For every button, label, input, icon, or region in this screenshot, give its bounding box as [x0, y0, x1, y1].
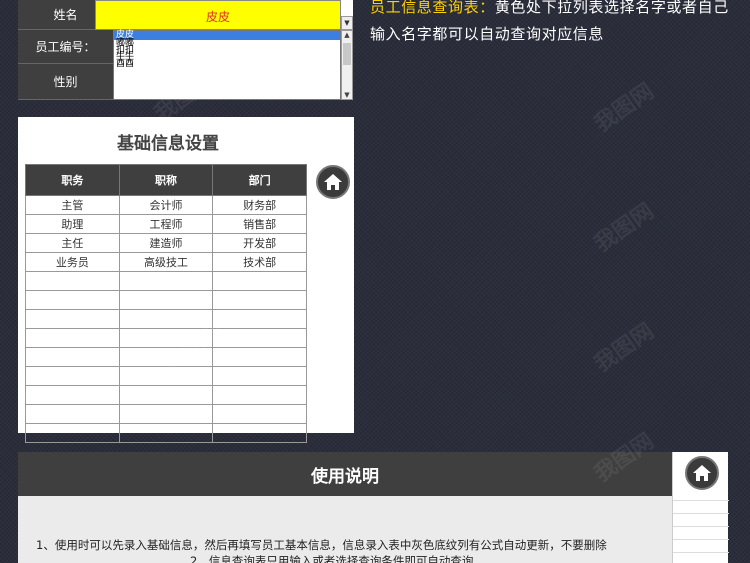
- grid-line: [673, 539, 729, 540]
- table-cell[interactable]: 销售部: [212, 214, 307, 234]
- grid-line: [673, 513, 729, 514]
- table-cell[interactable]: [118, 290, 214, 310]
- dropdown-option[interactable]: 皮皮: [114, 31, 340, 40]
- home-button[interactable]: [685, 456, 719, 490]
- table-cell[interactable]: [212, 271, 307, 291]
- home-button[interactable]: [316, 165, 350, 199]
- scroll-up-icon[interactable]: ▲: [342, 31, 352, 39]
- column-header-department: 部门: [212, 164, 307, 196]
- usage-line-1: 1、使用时可以先录入基础信息，然后再填写员工基本信息，信息录入表中灰色底纹列有公…: [36, 538, 607, 552]
- scroll-down-icon[interactable]: ▼: [342, 91, 352, 99]
- employee-id-label: 员工编号：: [18, 30, 113, 64]
- dropdown-option[interactable]: 嘟嘟: [114, 39, 340, 48]
- table-cell[interactable]: [25, 309, 120, 329]
- table-cell[interactable]: 会计师: [118, 195, 214, 215]
- table-cell[interactable]: [25, 347, 120, 367]
- table-row: 主管 会计师 财务部: [25, 195, 307, 215]
- table-cell[interactable]: [118, 271, 214, 291]
- table-cell[interactable]: [212, 290, 307, 310]
- table-cell[interactable]: [25, 290, 120, 310]
- table-cell[interactable]: 高级技工: [118, 252, 214, 272]
- table-cell[interactable]: 主任: [25, 233, 120, 253]
- table-cell[interactable]: 技术部: [212, 252, 307, 272]
- table-cell[interactable]: [25, 328, 120, 348]
- table-cell[interactable]: [25, 385, 120, 405]
- home-icon: [324, 174, 342, 190]
- name-dropdown-list[interactable]: 皮皮 嘟嘟 扣扣 牛牛 酉酉: [113, 30, 341, 100]
- table-cell[interactable]: 工程师: [118, 214, 214, 234]
- column-header-position: 职务: [25, 164, 120, 196]
- grid-line: [673, 500, 729, 501]
- table-cell[interactable]: 建造师: [118, 233, 214, 253]
- grid-line: [673, 552, 729, 553]
- usage-panel: 使用说明 1、使用时可以先录入基础信息，然后再填写员工基本信息，信息录入表中灰色…: [18, 452, 672, 563]
- table-cell[interactable]: [212, 404, 307, 424]
- dropdown-option[interactable]: 酉酉: [114, 60, 340, 69]
- usage-line-2: 2、信息查询表只用输入或者选择查询条件即可自动查询: [190, 554, 474, 563]
- table-cell[interactable]: 主管: [25, 195, 120, 215]
- table-row-empty: [25, 385, 307, 405]
- table-row-empty: [25, 366, 307, 386]
- column-header-title: 职称: [118, 164, 214, 196]
- grid-line: [673, 526, 729, 527]
- table-row: 业务员 高级技工 技术部: [25, 252, 307, 272]
- table-cell[interactable]: [212, 309, 307, 329]
- dropdown-option[interactable]: 牛牛: [114, 53, 340, 62]
- table-cell[interactable]: 财务部: [212, 195, 307, 215]
- table-row: 助理 工程师 销售部: [25, 214, 307, 234]
- chevron-down-icon[interactable]: ▼: [341, 16, 353, 30]
- dropdown-option[interactable]: 扣扣: [114, 46, 340, 55]
- table-row-empty: [25, 271, 307, 291]
- table-cell[interactable]: [212, 423, 307, 443]
- watermark-logo: 我图网: [590, 78, 659, 138]
- table-cell[interactable]: 助理: [25, 214, 120, 234]
- table-cell[interactable]: [212, 366, 307, 386]
- table-cell[interactable]: 开发部: [212, 233, 307, 253]
- table-cell[interactable]: [118, 385, 214, 405]
- selected-name: 皮皮: [205, 10, 230, 24]
- table-cell[interactable]: [25, 271, 120, 291]
- gender-label: 性别: [18, 64, 113, 100]
- basic-info-table: 职务 职称 部门 主管 会计师 财务部 助理 工程师 销售部 主任 建造师 开发…: [25, 164, 307, 443]
- table-cell[interactable]: [212, 347, 307, 367]
- name-select-cell[interactable]: 皮皮: [95, 0, 341, 30]
- basic-info-panel: 基础信息设置 职务 职称 部门 主管 会计师 财务部 助理 工程师 销售部 主任…: [18, 117, 354, 443]
- table-row-empty: [25, 423, 307, 443]
- scroll-thumb[interactable]: [343, 43, 351, 65]
- table-cell[interactable]: [25, 404, 120, 424]
- table-row-empty: [25, 290, 307, 310]
- dropdown-scrollbar[interactable]: ▲ ▼: [341, 30, 353, 100]
- watermark-logo: 我图网: [590, 318, 659, 378]
- info-description: 员工信息查询表：黄色处下拉列表选择名字或者自己输入名字都可以自动查询对应信息: [370, 0, 740, 48]
- table-cell[interactable]: [25, 366, 120, 386]
- usage-title: 使用说明: [18, 452, 672, 496]
- info-highlight: 员工信息查询表：: [370, 0, 495, 16]
- table-row-empty: [25, 404, 307, 424]
- home-icon: [693, 465, 711, 481]
- table-cell[interactable]: [25, 423, 120, 443]
- table-cell[interactable]: [118, 366, 214, 386]
- table-cell[interactable]: [118, 404, 214, 424]
- table-cell[interactable]: [118, 423, 214, 443]
- watermark-logo: 我图网: [590, 198, 659, 258]
- basic-info-title: 基础信息设置: [117, 134, 219, 154]
- table-cell[interactable]: 业务员: [25, 252, 120, 272]
- table-cell[interactable]: [212, 385, 307, 405]
- table-row-empty: [25, 309, 307, 329]
- table-row: 主任 建造师 开发部: [25, 233, 307, 253]
